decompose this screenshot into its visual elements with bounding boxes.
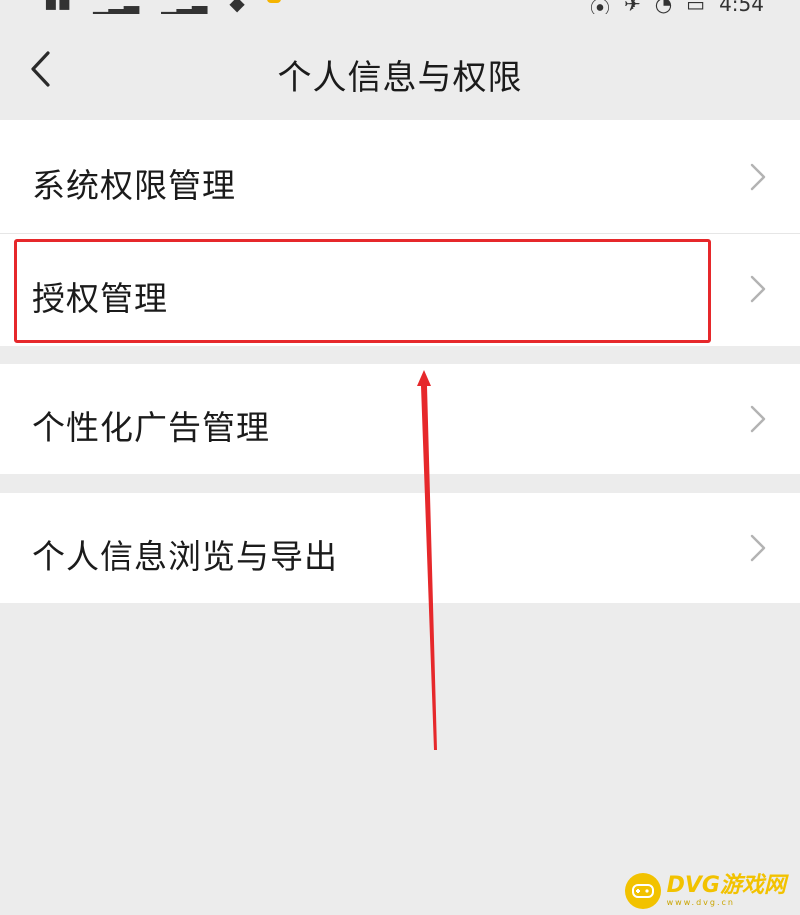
page-title: 个人信息与权限 (277, 58, 523, 98)
signal-icon: ▁▂▃ (161, 0, 208, 14)
airplane-icon: ✈ (623, 0, 641, 14)
gamepad-icon (631, 884, 654, 898)
watermark: DVG游戏网 www.dvg.cn (624, 873, 786, 909)
status-bar: ▪▪ ▁▂▃ ▁▂▃ ◆ ⦿ ✈ ◔ ▭ 4:54 (0, 0, 800, 14)
notification-icon: ▪▪ (44, 0, 72, 14)
gamepad-logo-icon (624, 873, 661, 909)
watermark-url: www.dvg.cn (666, 898, 735, 907)
watermark-name: DVG游戏网 (666, 873, 786, 898)
menu-item-label: 个性化广告管理 (32, 408, 270, 447)
signal-icon: ▁▂▃ (93, 0, 140, 14)
menu-item-authorization[interactable]: 授权管理 (0, 234, 800, 346)
nav-bar: 个人信息与权限 (0, 14, 800, 120)
status-time: 4:54 (719, 0, 764, 14)
chevron-right-icon (750, 405, 766, 433)
status-left-icons: ▪▪ ▁▂▃ ▁▂▃ ◆ (44, 0, 281, 13)
alarm-icon: ⦿ (589, 0, 610, 14)
menu-item-label: 个人信息浏览与导出 (32, 537, 338, 576)
menu-item-label: 系统权限管理 (32, 166, 236, 205)
menu-item-system-permissions[interactable]: 系统权限管理 (0, 120, 800, 233)
menu-item-personalized-ads[interactable]: 个性化广告管理 (0, 364, 800, 474)
battery-icon: ▭ (686, 0, 706, 14)
watermark-text: DVG游戏网 www.dvg.cn (667, 875, 786, 907)
dnd-icon: ◔ (654, 0, 673, 14)
chevron-right-icon (750, 534, 766, 562)
chevron-right-icon (750, 275, 766, 303)
chevron-right-icon (750, 163, 766, 191)
status-right-icons: ⦿ ✈ ◔ ▭ 4:54 (590, 0, 764, 14)
menu-item-label: 授权管理 (32, 279, 168, 318)
battery-saver-icon (266, 0, 281, 3)
menu-item-info-export[interactable]: 个人信息浏览与导出 (0, 493, 800, 603)
wifi-icon: ◆ (229, 0, 245, 14)
